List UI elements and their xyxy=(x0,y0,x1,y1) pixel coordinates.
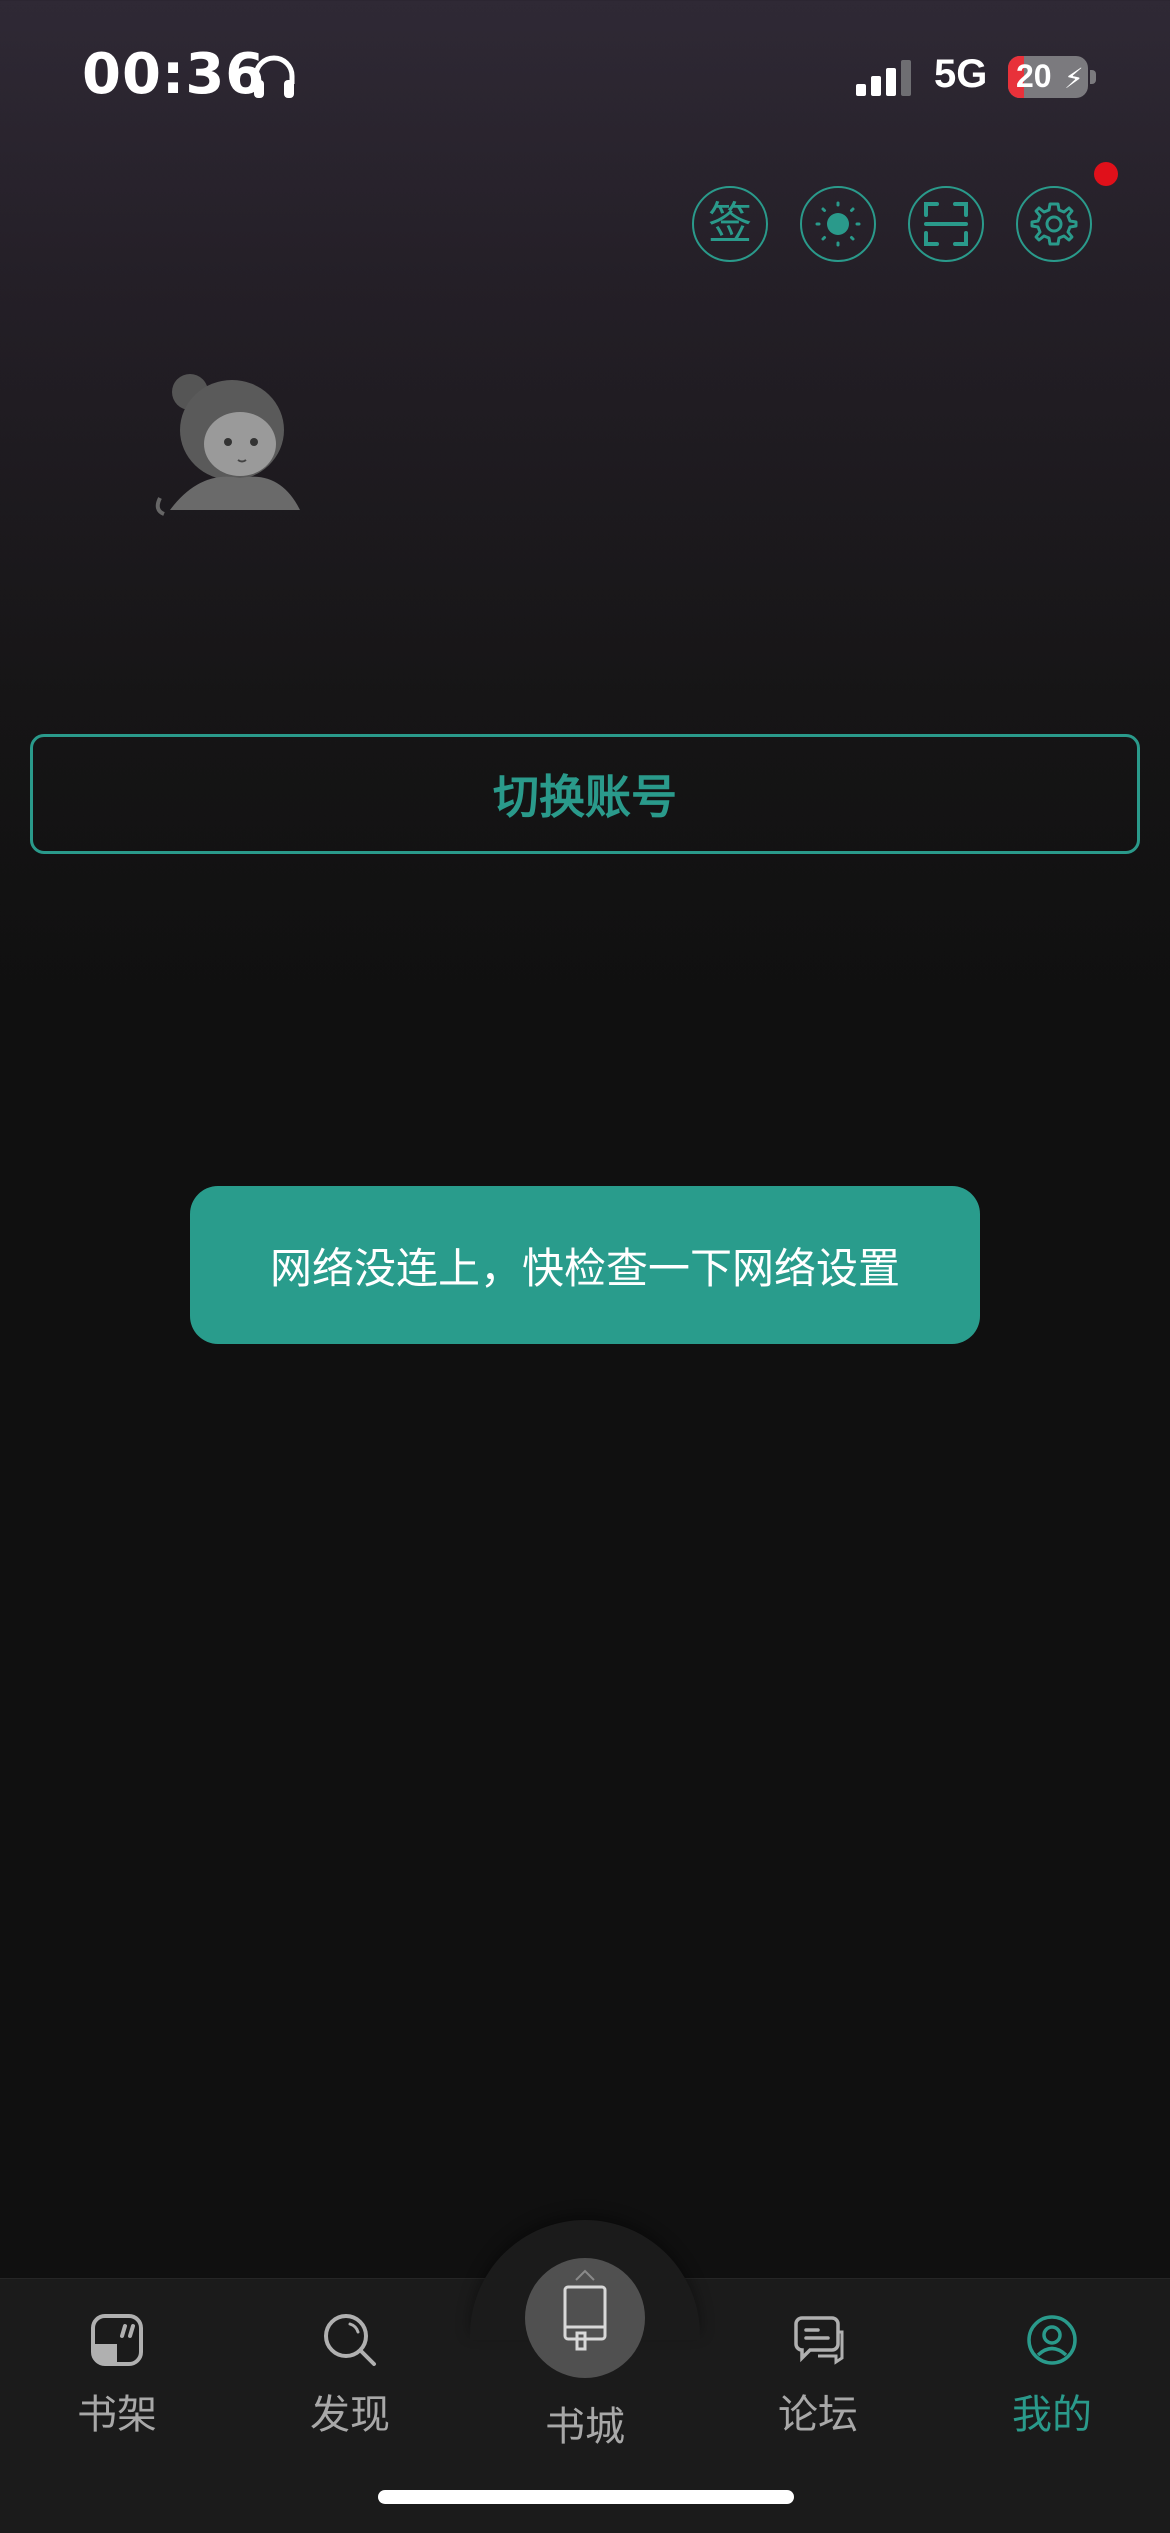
night-mode-button[interactable] xyxy=(800,186,876,262)
status-bar: 00:36 5G 20 ⚡ xyxy=(0,0,1170,150)
battery-tip xyxy=(1090,70,1096,84)
battery-indicator: 20 ⚡ xyxy=(1008,56,1088,98)
settings-button[interactable] xyxy=(1016,186,1092,262)
profile-icon xyxy=(1027,2315,1077,2365)
status-time: 00:36 xyxy=(82,42,266,107)
gear-icon xyxy=(1030,202,1078,246)
sign-in-button[interactable]: 签 xyxy=(692,186,768,262)
tab-profile[interactable]: 我的 xyxy=(952,2310,1152,2440)
home-indicator xyxy=(378,2490,794,2504)
tab-label: 书城 xyxy=(545,2404,625,2450)
forum-icon xyxy=(794,2316,844,2365)
charging-bolt-icon: ⚡ xyxy=(1064,62,1084,95)
tab-forum[interactable]: 论坛 xyxy=(718,2310,918,2440)
tab-discover[interactable]: 发现 xyxy=(250,2310,450,2440)
tab-label: 我的 xyxy=(1012,2392,1092,2438)
scan-icon xyxy=(924,202,968,246)
brightness-icon xyxy=(815,201,861,247)
scan-button[interactable] xyxy=(908,186,984,262)
network-type: 5G xyxy=(934,52,988,96)
headphones-icon xyxy=(253,55,295,98)
tab-label: 书架 xyxy=(77,2392,157,2438)
switch-account-button[interactable]: 切换账号 xyxy=(30,734,1140,854)
network-error-toast: 网络没连上，快检查一下网络设置 xyxy=(190,1186,980,1344)
tab-label: 论坛 xyxy=(778,2392,858,2438)
tab-label: 发现 xyxy=(310,2392,390,2438)
bookshelf-icon xyxy=(91,2314,143,2366)
battery-level: 20 xyxy=(1016,58,1052,94)
notification-dot xyxy=(1094,162,1118,186)
chevron-up-icon xyxy=(575,2269,595,2281)
sign-icon: 签 xyxy=(708,198,752,249)
tab-bookshelf[interactable]: 书架 xyxy=(17,2310,217,2440)
cellular-signal-icon xyxy=(856,60,911,96)
discover-icon xyxy=(324,2314,376,2366)
bookstore-icon xyxy=(563,2285,607,2351)
avatar[interactable] xyxy=(140,360,310,520)
